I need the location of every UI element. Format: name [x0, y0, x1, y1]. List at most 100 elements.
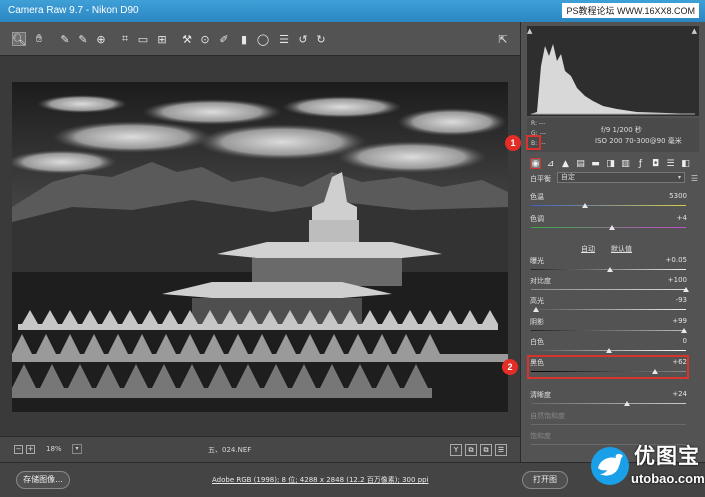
panel-menu-icon[interactable]: ☰	[691, 174, 698, 183]
histogram: ▲ ▲	[527, 26, 699, 116]
zoom-icon[interactable]: 🔍︎	[12, 32, 26, 46]
slider-whites-label: 白色	[530, 338, 544, 346]
basic-tab-icon[interactable]: ◉	[530, 158, 541, 169]
target-adjust-icon[interactable]: ⊕	[94, 32, 108, 46]
hsl-tab-icon[interactable]: ▤	[575, 158, 586, 169]
slider-contrast-label: 对比度	[530, 277, 551, 285]
brand-watermark: 优图宝 utobao.com	[576, 434, 705, 497]
eyedropper-icon[interactable]: ✎	[58, 32, 72, 46]
toolbar: 🔍︎ ✋︎ ✎ ✎ ⊕ ⌗ ▭ ⊞ ⚒ ⊙ ✐ ▮ ◯ ☰ ↺ ↻ ⇱	[0, 22, 520, 56]
slider-temp-value[interactable]: 5300	[651, 192, 687, 200]
info-readout: R: --- G: --- B: --- f/9 1/200 秒 ISO 200…	[527, 118, 699, 152]
step-marker-1: 1	[505, 135, 521, 151]
slider-clarity-value[interactable]: +24	[651, 390, 687, 398]
chevron-down-icon: ▾	[677, 174, 681, 181]
transform-icon[interactable]: ⊞	[155, 32, 169, 46]
slider-contrast-value[interactable]: +100	[651, 276, 687, 284]
bird-logo-icon	[591, 447, 629, 485]
slider-highlights-value[interactable]: -93	[651, 296, 687, 304]
detail-tab-icon[interactable]: ▲	[560, 158, 571, 169]
slider-saturation-label: 饱和度	[530, 432, 551, 440]
brand-url: utobao.com	[631, 471, 705, 486]
shadow-clip-icon[interactable]: ▲	[527, 27, 532, 35]
fullscreen-icon[interactable]: ⇱	[496, 32, 510, 46]
slider-whites-value[interactable]: 0	[651, 337, 687, 345]
open-image-button[interactable]: 打开图	[522, 471, 568, 489]
blacks-highlight-box	[527, 355, 689, 379]
slider-clarity-label: 清晰度	[530, 391, 551, 399]
graduated-filter-icon[interactable]: ▮	[237, 32, 251, 46]
highlight-clip-icon[interactable]: ▲	[692, 27, 697, 35]
zoom-out-button[interactable]: −	[14, 445, 23, 454]
status-bar: − + 18% ▾ 五、024.NEF Y ⧉ ⧉ ☰	[0, 436, 520, 462]
slider-highlights-label: 高光	[530, 297, 544, 305]
save-image-button[interactable]: 存储图像...	[16, 471, 70, 489]
slider-clarity-track[interactable]	[531, 403, 686, 404]
slider-shadows-label: 阴影	[530, 318, 544, 326]
adjustment-brush-icon[interactable]: ✐	[217, 32, 231, 46]
white-balance-value: 自定	[561, 173, 575, 181]
compare-button[interactable]: ⧉	[465, 444, 477, 456]
file-name: 五、024.NEF	[208, 446, 252, 454]
slider-whites-thumb[interactable]	[605, 348, 612, 353]
preferences-icon[interactable]: ☰	[277, 32, 291, 46]
slider-highlights-thumb[interactable]	[532, 307, 539, 312]
slider-temp-thumb[interactable]	[582, 203, 589, 208]
slider-tint-thumb[interactable]	[608, 225, 615, 230]
effects-tab-icon[interactable]: ▥	[620, 158, 631, 169]
slider-exposure-thumb[interactable]	[607, 267, 614, 272]
slider-shadows-value[interactable]: +99	[651, 317, 687, 325]
tone-curve-tab-icon[interactable]: ⊿	[545, 158, 556, 169]
slider-contrast-track[interactable]	[531, 289, 686, 290]
slider-highlights-track[interactable]	[531, 309, 686, 310]
auto-link[interactable]: 自动	[581, 244, 595, 254]
snapshots-tab-icon[interactable]: ◧	[680, 158, 691, 169]
swap-button[interactable]: ⧉	[480, 444, 492, 456]
view-toggle-button[interactable]: Y	[450, 444, 462, 456]
zoom-in-button[interactable]: +	[26, 445, 35, 454]
basic-tab-highlight-box	[526, 135, 541, 150]
slider-vibrance-track[interactable]	[531, 424, 686, 425]
workflow-options-link[interactable]: Adobe RGB (1998); 8 位; 4288 x 2848 (12.2…	[212, 475, 429, 485]
right-panel: ▲ ▲ R: --- G: --- B: --- f/9 1/200 秒 ISO…	[520, 22, 705, 462]
redeye-icon[interactable]: ⊙	[198, 32, 212, 46]
color-sampler-icon[interactable]: ✎	[76, 32, 90, 46]
slider-vibrance-label: 自然饱和度	[530, 412, 565, 420]
zoom-dropdown[interactable]: ▾	[72, 444, 82, 454]
photo-preview	[12, 82, 508, 412]
crop-icon[interactable]: ⌗	[118, 32, 132, 46]
lens-tab-icon[interactable]: ◨	[605, 158, 616, 169]
presets-tab-icon[interactable]: ☰	[665, 158, 676, 169]
hand-icon[interactable]: ✋︎	[32, 32, 46, 46]
rotate-ccw-icon[interactable]: ↺	[296, 32, 310, 46]
slider-clarity-thumb[interactable]	[624, 401, 631, 406]
camera-info-line1: f/9 1/200 秒	[601, 126, 642, 134]
settings-menu-button[interactable]: ☰	[495, 444, 507, 456]
camera-calibration-tab-icon[interactable]: ◘	[650, 158, 661, 169]
title-bar: Camera Raw 9.7 - Nikon D90 PS教程论坛 WWW.16…	[0, 0, 705, 22]
watermark: PS教程论坛 WWW.16XX8.COM	[562, 3, 699, 18]
fx-tab-icon[interactable]: ƒ	[635, 158, 646, 169]
slider-shadows-thumb[interactable]	[681, 328, 688, 333]
white-balance-select[interactable]: 自定 ▾	[557, 172, 685, 183]
slider-shadows-track[interactable]	[531, 330, 686, 331]
slider-contrast-thumb[interactable]	[683, 287, 689, 292]
zoom-level[interactable]: 18%	[46, 445, 62, 453]
radial-filter-icon[interactable]: ◯	[256, 32, 270, 46]
panel-tabs: ◉ ⊿ ▲ ▤ ▬ ◨ ▥ ƒ ◘ ☰ ◧	[527, 155, 699, 173]
straighten-icon[interactable]: ▭	[136, 32, 150, 46]
rotate-cw-icon[interactable]: ↻	[314, 32, 328, 46]
brand-name: 优图宝	[634, 444, 700, 468]
white-balance-label: 白平衡	[530, 175, 551, 183]
split-toning-tab-icon[interactable]: ▬	[590, 158, 601, 169]
slider-tint-value[interactable]: +4	[651, 214, 687, 222]
slider-temp-track[interactable]	[531, 205, 686, 206]
slider-exposure-value[interactable]: +0.05	[651, 256, 687, 264]
step-marker-2: 2	[502, 359, 518, 375]
slider-exposure-label: 曝光	[530, 257, 544, 265]
slider-tint-label: 色调	[530, 215, 544, 223]
camera-info-line2: ISO 200 70-300@90 毫米	[595, 137, 682, 145]
default-link[interactable]: 默认值	[611, 244, 632, 254]
rgb-r: R: ---	[531, 120, 546, 127]
spot-removal-icon[interactable]: ⚒	[180, 32, 194, 46]
